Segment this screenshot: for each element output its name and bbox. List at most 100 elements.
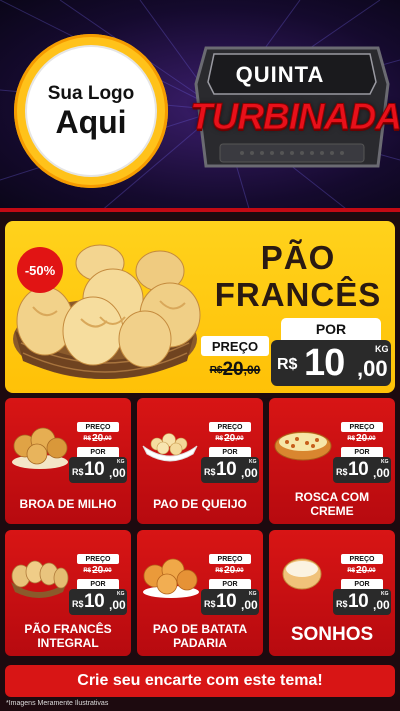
- new-dec: ,00: [109, 466, 126, 480]
- new-currency: R$: [204, 467, 216, 477]
- old-int: 20: [356, 565, 368, 576]
- new-currency: R$: [336, 599, 348, 609]
- new-int: 10: [348, 459, 369, 480]
- old-dec: ,00: [103, 435, 112, 442]
- product-name: PAO DE BATATA PADARIA: [152, 622, 248, 650]
- cheese-bread-icon: [142, 433, 198, 462]
- product-card[interactable]: PREÇO R$ 20,00 POR R$ 10 ,00 KG PAO DE BA…: [137, 530, 263, 656]
- new-int: 10: [216, 459, 237, 480]
- old-currency: R$: [83, 567, 92, 574]
- new-currency: R$: [204, 599, 216, 609]
- quinta-turbinada-badge: QUINTA TURBINADA: [190, 36, 400, 196]
- old-currency: R$: [347, 435, 356, 442]
- logo-inner-circle: Sua Logo Aqui: [27, 47, 155, 175]
- old-dec: ,00: [367, 435, 376, 442]
- old-price-label: PREÇO: [209, 554, 251, 564]
- featured-product-title: PÃO FRANCÊS: [213, 239, 383, 313]
- old-price: R$ 20,00: [77, 564, 119, 577]
- featured-new-currency: R$: [277, 356, 298, 373]
- new-dec: ,00: [241, 466, 258, 480]
- old-price: R$ 20,00: [341, 564, 383, 577]
- old-int: 20: [356, 433, 368, 444]
- featured-title-line2: FRANCÊS: [214, 276, 382, 313]
- cta-banner[interactable]: Crie seu encarte com este tema!: [5, 665, 395, 697]
- corn-bread-icon: [12, 427, 68, 469]
- new-price-label: POR: [209, 447, 251, 457]
- price-unit: KG: [381, 459, 389, 465]
- new-price: R$ 10 ,00 KG: [69, 589, 127, 615]
- product-name: BROA DE MILHO: [19, 497, 117, 511]
- old-currency: R$: [83, 435, 92, 442]
- featured-old-price: R$ 20 ,00: [201, 358, 269, 382]
- featured-old-int: 20: [222, 359, 244, 380]
- new-int: 10: [84, 459, 105, 480]
- footnote: *Imagens Meramente Ilustrativas: [6, 700, 109, 707]
- offers-section: -50% PÃO FRANCÊS PREÇO R$ 20 ,00 POR R$ …: [0, 212, 400, 711]
- new-currency: R$: [72, 599, 84, 609]
- new-price-label: POR: [341, 579, 383, 589]
- new-dec: ,00: [241, 598, 258, 612]
- donut-icon: [282, 558, 322, 590]
- new-price: R$ 10 ,00 KG: [69, 457, 127, 483]
- logo-text-line2: Aqui: [55, 104, 127, 140]
- new-currency: R$: [72, 467, 84, 477]
- featured-old-price-label: PREÇO: [201, 336, 269, 356]
- new-price: R$ 10 ,00 KG: [333, 457, 391, 483]
- old-int: 20: [92, 433, 104, 444]
- new-dec: ,00: [109, 598, 126, 612]
- product-name: PAO DE QUEIJO: [153, 497, 247, 511]
- product-card[interactable]: PREÇO R$ 20,00 POR R$ 10 ,00 KG PAO DE QU…: [137, 398, 263, 524]
- logo-text-line1: Sua Logo: [47, 83, 135, 104]
- product-card[interactable]: PREÇO R$ 20,00 POR R$ 10 ,00 KG ROSCA COM…: [269, 398, 395, 524]
- new-price: R$ 10 ,00 KG: [333, 589, 391, 615]
- old-dec: ,00: [103, 567, 112, 574]
- old-price: R$ 20,00: [209, 564, 251, 577]
- old-int: 20: [224, 433, 236, 444]
- price-unit: KG: [249, 591, 257, 597]
- cream-bun-icon: [274, 431, 332, 461]
- badge-day-text: QUINTA: [235, 62, 325, 87]
- featured-new-price-label: POR: [281, 318, 381, 340]
- wholegrain-bread-icon: [11, 560, 69, 598]
- new-int: 10: [348, 591, 369, 612]
- old-price: R$ 20,00: [341, 432, 383, 445]
- price-unit: KG: [117, 591, 125, 597]
- featured-old-currency: R$: [209, 364, 223, 376]
- old-int: 20: [92, 565, 104, 576]
- price-unit: KG: [249, 459, 257, 465]
- old-dec: ,00: [235, 435, 244, 442]
- new-currency: R$: [336, 467, 348, 477]
- new-price-label: POR: [209, 579, 251, 589]
- discount-badge: -50%: [17, 247, 63, 293]
- header-banner: Sua Logo Aqui QUINTA TURBINADA: [0, 0, 400, 212]
- featured-new-price: R$ 10 ,00 KG: [271, 340, 391, 386]
- potato-bread-icon: [143, 558, 199, 598]
- new-price-label: POR: [77, 579, 119, 589]
- price-unit: KG: [381, 591, 389, 597]
- old-dec: ,00: [367, 567, 376, 574]
- featured-old-dec: ,00: [243, 363, 261, 377]
- badge-main-text: TURBINADA: [190, 96, 400, 138]
- product-card[interactable]: PREÇO R$ 20,00 POR R$ 10 ,00 KG SONHOS: [269, 530, 395, 656]
- price-unit: KG: [117, 459, 125, 465]
- old-currency: R$: [215, 435, 224, 442]
- new-price-label: POR: [77, 447, 119, 457]
- product-card[interactable]: PREÇO R$ 20,00 POR R$ 10 ,00 KG BROA DE M…: [5, 398, 131, 524]
- old-price-label: PREÇO: [77, 554, 119, 564]
- old-price-label: PREÇO: [341, 422, 383, 432]
- old-price: R$ 20,00: [77, 432, 119, 445]
- product-name: SONHOS: [290, 624, 374, 645]
- featured-new-int: 10: [304, 342, 345, 384]
- new-price: R$ 10 ,00 KG: [201, 457, 259, 483]
- new-dec: ,00: [373, 466, 390, 480]
- featured-offer-card[interactable]: -50% PÃO FRANCÊS PREÇO R$ 20 ,00 POR R$ …: [5, 221, 395, 393]
- new-price: R$ 10 ,00 KG: [201, 589, 259, 615]
- product-card[interactable]: PREÇO R$ 20,00 POR R$ 10 ,00 KG PÃO FRANC…: [5, 530, 131, 656]
- product-name: PÃO FRANCÊS INTEGRAL: [24, 622, 112, 650]
- featured-unit: KG: [375, 344, 389, 354]
- old-int: 20: [224, 565, 236, 576]
- old-currency: R$: [347, 567, 356, 574]
- old-price: R$ 20,00: [209, 432, 251, 445]
- new-int: 10: [216, 591, 237, 612]
- old-price-label: PREÇO: [209, 422, 251, 432]
